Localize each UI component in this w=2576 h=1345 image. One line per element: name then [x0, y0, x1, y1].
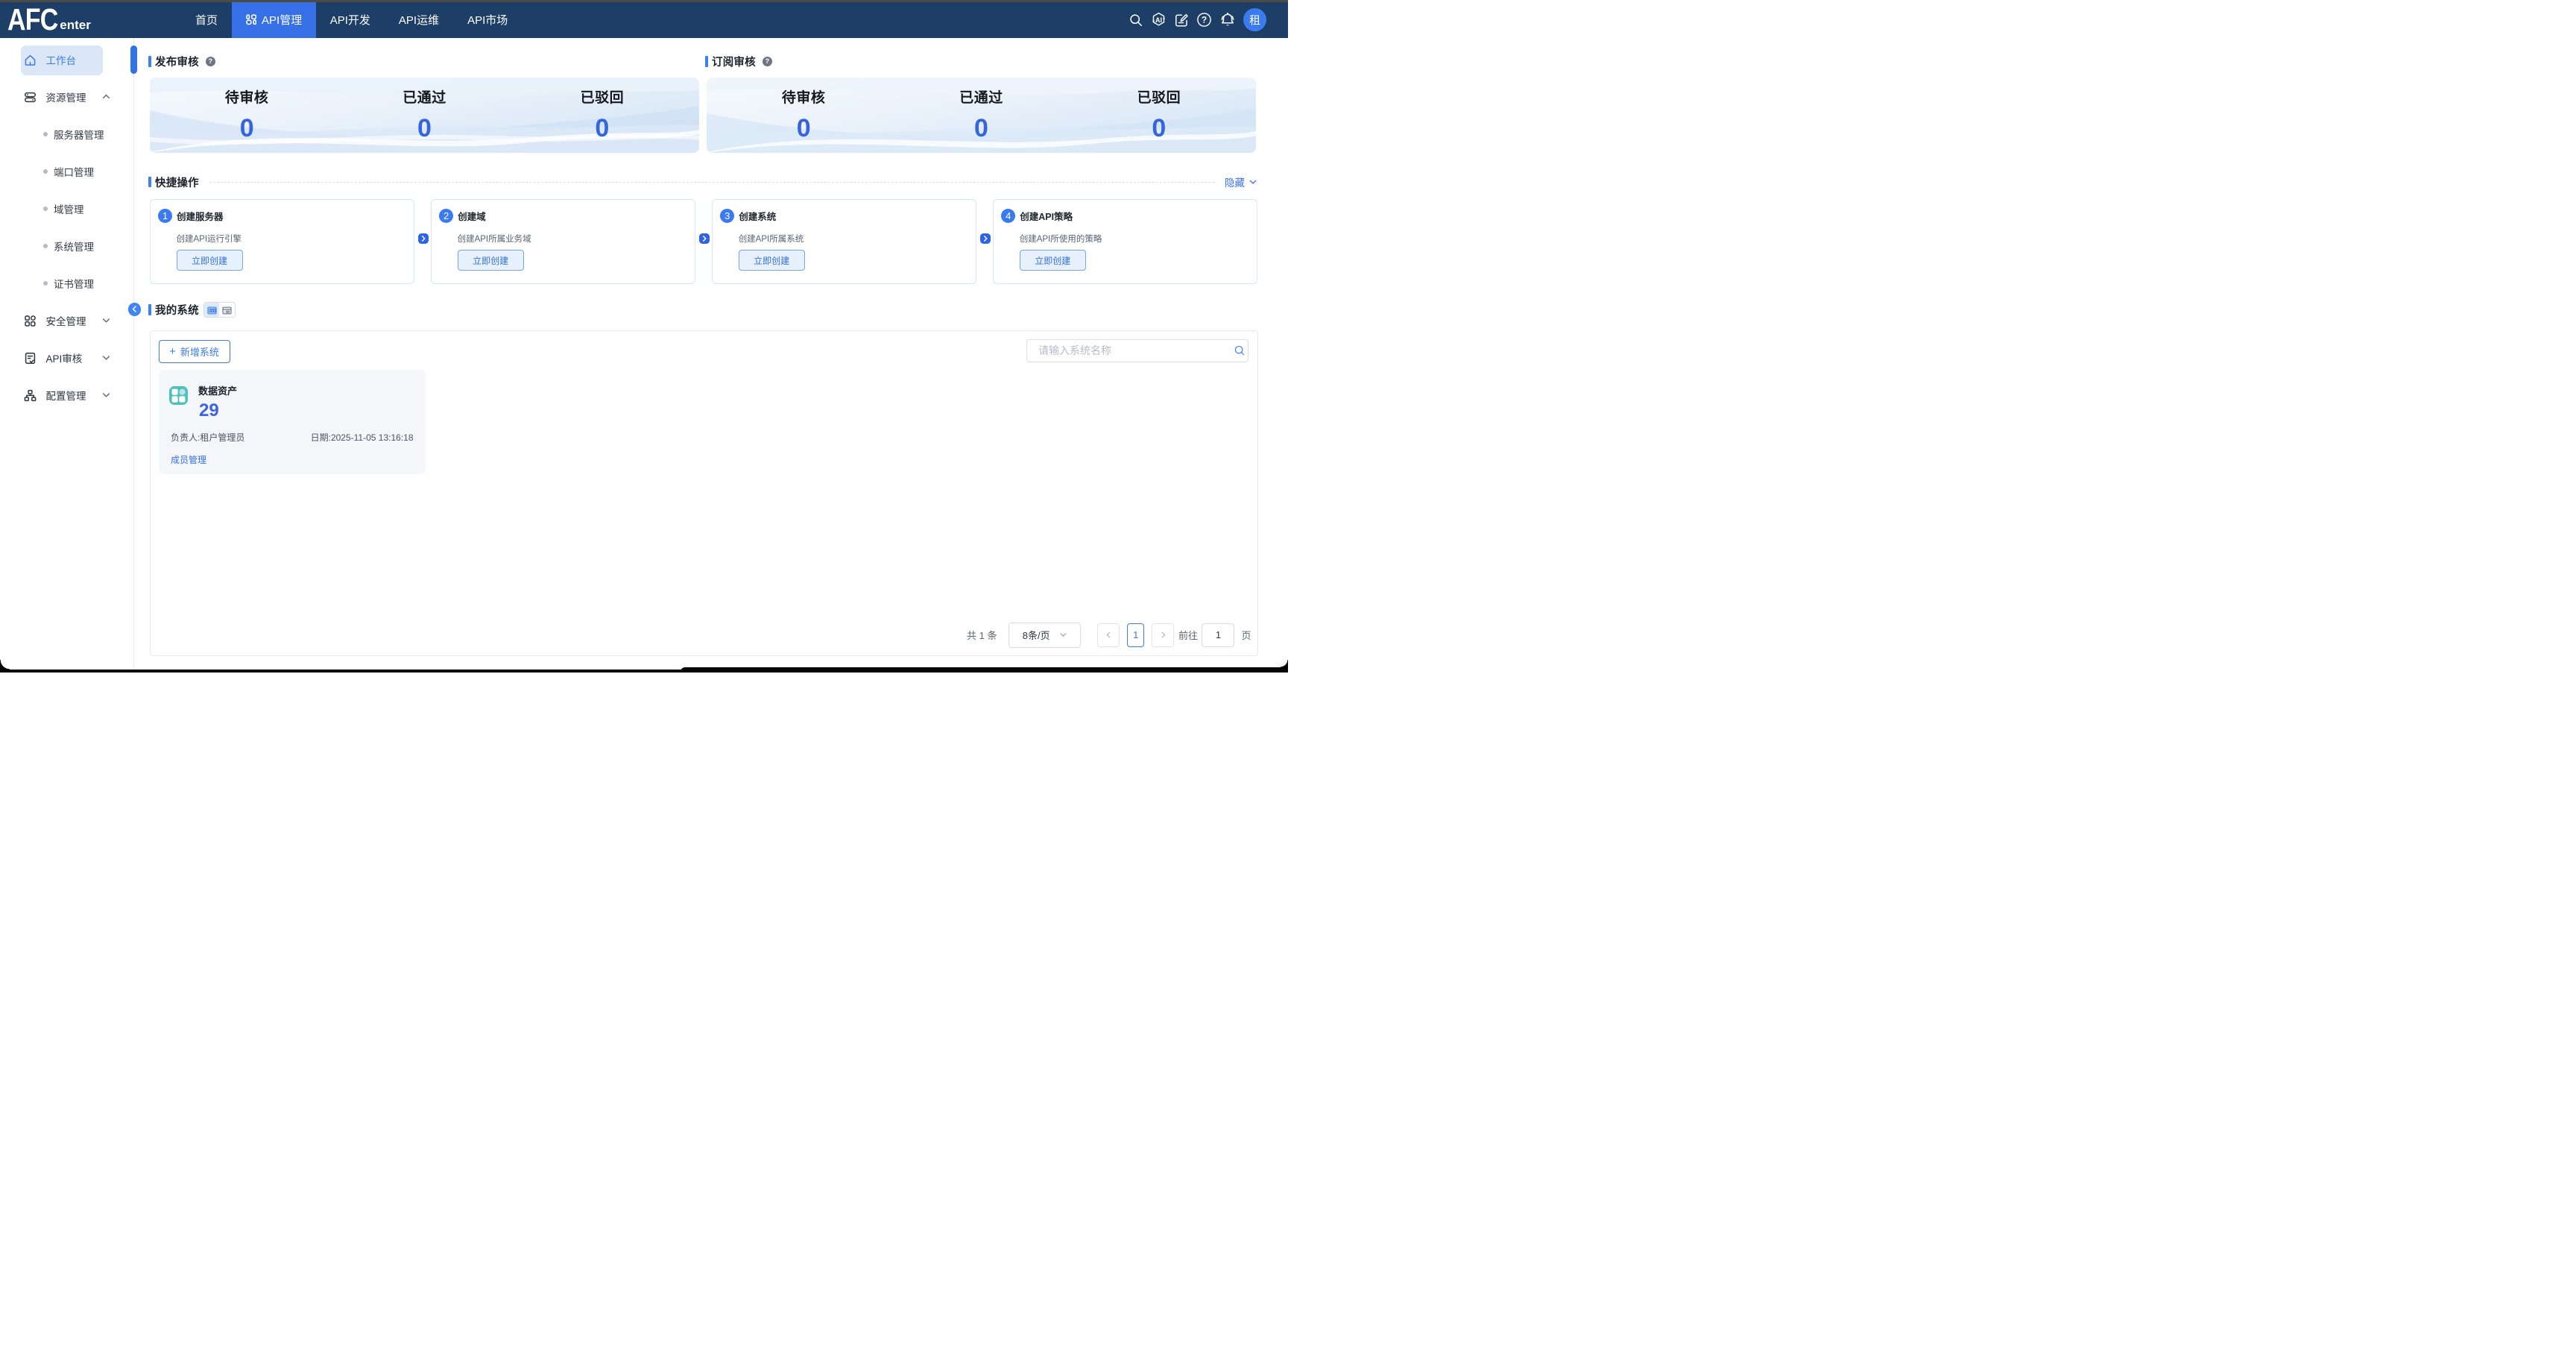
svg-text:AI: AI	[1155, 16, 1162, 24]
svg-text:?: ?	[1202, 15, 1207, 25]
